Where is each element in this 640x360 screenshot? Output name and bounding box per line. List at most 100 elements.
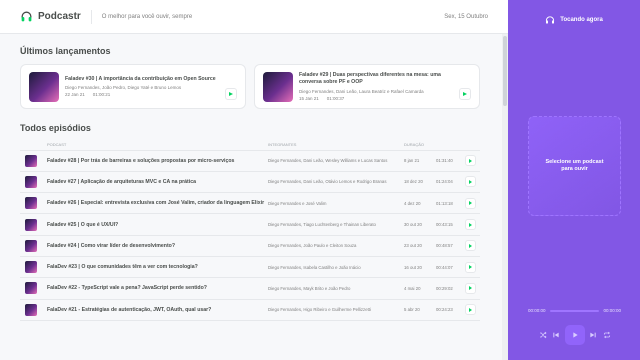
current-time: 00:00:00 — [528, 308, 546, 313]
player-controls — [538, 325, 611, 345]
play-button[interactable] — [465, 282, 476, 294]
shuffle-button[interactable] — [538, 331, 547, 340]
logo: Podcastr — [20, 10, 81, 23]
play-button[interactable] — [465, 155, 476, 167]
episode-thumbnail — [25, 261, 37, 274]
play-pause-button[interactable] — [564, 325, 585, 345]
main-content: Podcastr O melhor para você ouvir, sempr… — [0, 0, 508, 360]
table-row: FalaDev #21 - Estratégias de autenticaçã… — [20, 299, 480, 321]
episode-date: 4 dez 20 — [404, 192, 436, 215]
episode-thumbnail — [25, 154, 37, 167]
play-button[interactable] — [465, 176, 476, 188]
episode-details: Faladev #29 | Duas perspectivas diferent… — [299, 72, 457, 101]
column-header-action — [465, 140, 480, 151]
table-row: Faladev #28 | Por trás de barreiras e so… — [20, 150, 480, 172]
app-name: Podcastr — [38, 11, 81, 22]
episode-duration: 01:00:37 — [326, 95, 345, 101]
progress-bar: 00:00:00 00:00:00 — [528, 308, 621, 313]
episode-duration: 00:43:15 — [436, 213, 465, 236]
play-button[interactable] — [465, 197, 476, 209]
episode-date: 8 jan 21 — [404, 150, 436, 172]
episode-title-link[interactable]: Faladev #28 | Por trás de barreiras e so… — [47, 150, 268, 172]
episode-title-link[interactable]: Faladev #30 | A importância da contribui… — [65, 76, 223, 83]
header-divider — [90, 9, 92, 24]
play-icon — [469, 243, 472, 248]
table-row: FalaDev #22 - TypeScript vale a pena? Ja… — [20, 277, 480, 300]
next-button[interactable] — [589, 331, 598, 340]
episode-duration: 00:29:02 — [436, 277, 465, 300]
episode-members: Diego Fernandes, Dani Leão, Otávio Lemos… — [268, 171, 404, 194]
episode-title-link[interactable]: FalaDev #21 - Estratégias de autenticaçã… — [47, 299, 268, 321]
episode-date: 16 out 20 — [404, 256, 436, 279]
skip-previous-icon — [553, 332, 559, 338]
episode-title-link[interactable]: Faladev #26 | Especial: entrevista exclu… — [47, 192, 268, 215]
episode-members: Diego Fernandes, Higo Ribeiro e Guilherm… — [268, 299, 404, 321]
play-icon — [469, 201, 472, 206]
previous-button[interactable] — [551, 331, 560, 340]
episode-thumbnail — [25, 239, 37, 252]
episode-title-link[interactable]: Faladev #29 | Duas perspectivas diferent… — [299, 72, 457, 86]
table-row: FalaDev #23 | O que comunidades têm a ve… — [20, 256, 480, 279]
episode-duration: 01:00:21 — [92, 92, 111, 98]
episode-title-link[interactable]: Faladev #25 | O que é UX/UI? — [47, 213, 268, 236]
table-row: Faladev #25 | O que é UX/UI? Diego Ferna… — [20, 213, 480, 236]
empty-player-card: Selecione um podcast para ouvir — [528, 116, 621, 216]
scrollbar-thumb[interactable] — [503, 36, 507, 106]
episode-meta: 22 Jan 21 01:00:21 — [65, 92, 223, 97]
episode-members: Diego Fernandes e José Valim — [268, 192, 404, 215]
header: Podcastr O melhor para você ouvir, sempr… — [0, 0, 508, 34]
column-header-duration: Duração — [404, 140, 436, 151]
column-header-members: Integrantes — [268, 140, 404, 151]
play-button[interactable] — [465, 219, 476, 231]
play-icon — [469, 222, 472, 227]
total-time: 00:00:00 — [603, 308, 621, 313]
table-row: Faladev #27 | Aplicação de arquiteturas … — [20, 171, 480, 194]
episode-date: 30 out 20 — [404, 213, 436, 236]
episode-members: Diego Fernandes, Isabela Castilho e João… — [268, 256, 404, 279]
play-button[interactable] — [459, 88, 471, 100]
play-icon — [463, 92, 467, 96]
table-row: Faladev #26 | Especial: entrevista exclu… — [20, 192, 480, 215]
episode-details: Faladev #30 | A importância da contribui… — [65, 76, 223, 98]
repeat-button[interactable] — [602, 331, 611, 340]
app: Podcastr O melhor para você ouvir, sempr… — [0, 0, 640, 360]
play-button[interactable] — [465, 261, 476, 273]
current-date: Sex, 15 Outubro — [444, 13, 488, 20]
episode-thumbnail — [25, 282, 37, 295]
column-header-podcast: Podcast — [47, 140, 268, 151]
episode-members: Diego Fernandes, Mayk Brito e João Pedro — [268, 277, 404, 300]
slogan: O melhor para você ouvir, sempre — [101, 13, 193, 20]
play-icon — [469, 286, 472, 291]
play-icon — [469, 307, 472, 312]
column-header-cover — [20, 140, 47, 151]
play-icon — [229, 92, 233, 96]
empty-player-message: Selecione um podcast para ouvir — [545, 158, 604, 172]
episode-thumbnail — [25, 175, 37, 188]
episode-title-link[interactable]: Faladev #27 | Aplicação de arquiteturas … — [47, 171, 268, 194]
episode-cover — [263, 71, 293, 102]
latest-episodes-list: Faladev #30 | A importância da contribui… — [20, 64, 480, 109]
progress-slider[interactable] — [549, 309, 600, 312]
headphones-icon — [21, 11, 32, 22]
play-button[interactable] — [465, 304, 476, 316]
headphones-icon — [546, 16, 555, 24]
episode-date: 4 mai 20 — [404, 277, 436, 300]
episode-thumbnail — [25, 197, 37, 210]
player-panel: Tocando agora Selecione um podcast para … — [508, 0, 640, 360]
player-header: Tocando agora — [508, 16, 640, 24]
play-button[interactable] — [225, 88, 237, 100]
episode-cover — [29, 71, 59, 102]
all-episodes-title: Todos episódios — [20, 123, 91, 133]
episode-date: 18 dez 20 — [404, 171, 436, 194]
latest-episodes-title: Últimos lançamentos — [20, 46, 111, 56]
episode-date: 23 out 20 — [404, 235, 436, 257]
play-icon — [469, 179, 472, 184]
episode-title-link[interactable]: FalaDev #22 - TypeScript vale a pena? Ja… — [47, 277, 268, 300]
episode-members: Diego Fernandes, Dani Leão, Laura Beatri… — [299, 88, 424, 94]
latest-episode-card[interactable]: Faladev #30 | A importância da contribui… — [20, 64, 246, 109]
play-button[interactable] — [465, 240, 476, 252]
episode-title-link[interactable]: FalaDev #23 | O que comunidades têm a ve… — [47, 256, 268, 279]
episode-duration: 01:31:40 — [436, 150, 465, 172]
episode-title-link[interactable]: Faladev #24 | Como virar líder de desenv… — [47, 235, 268, 257]
latest-episode-card[interactable]: Faladev #29 | Duas perspectivas diferent… — [254, 64, 480, 109]
